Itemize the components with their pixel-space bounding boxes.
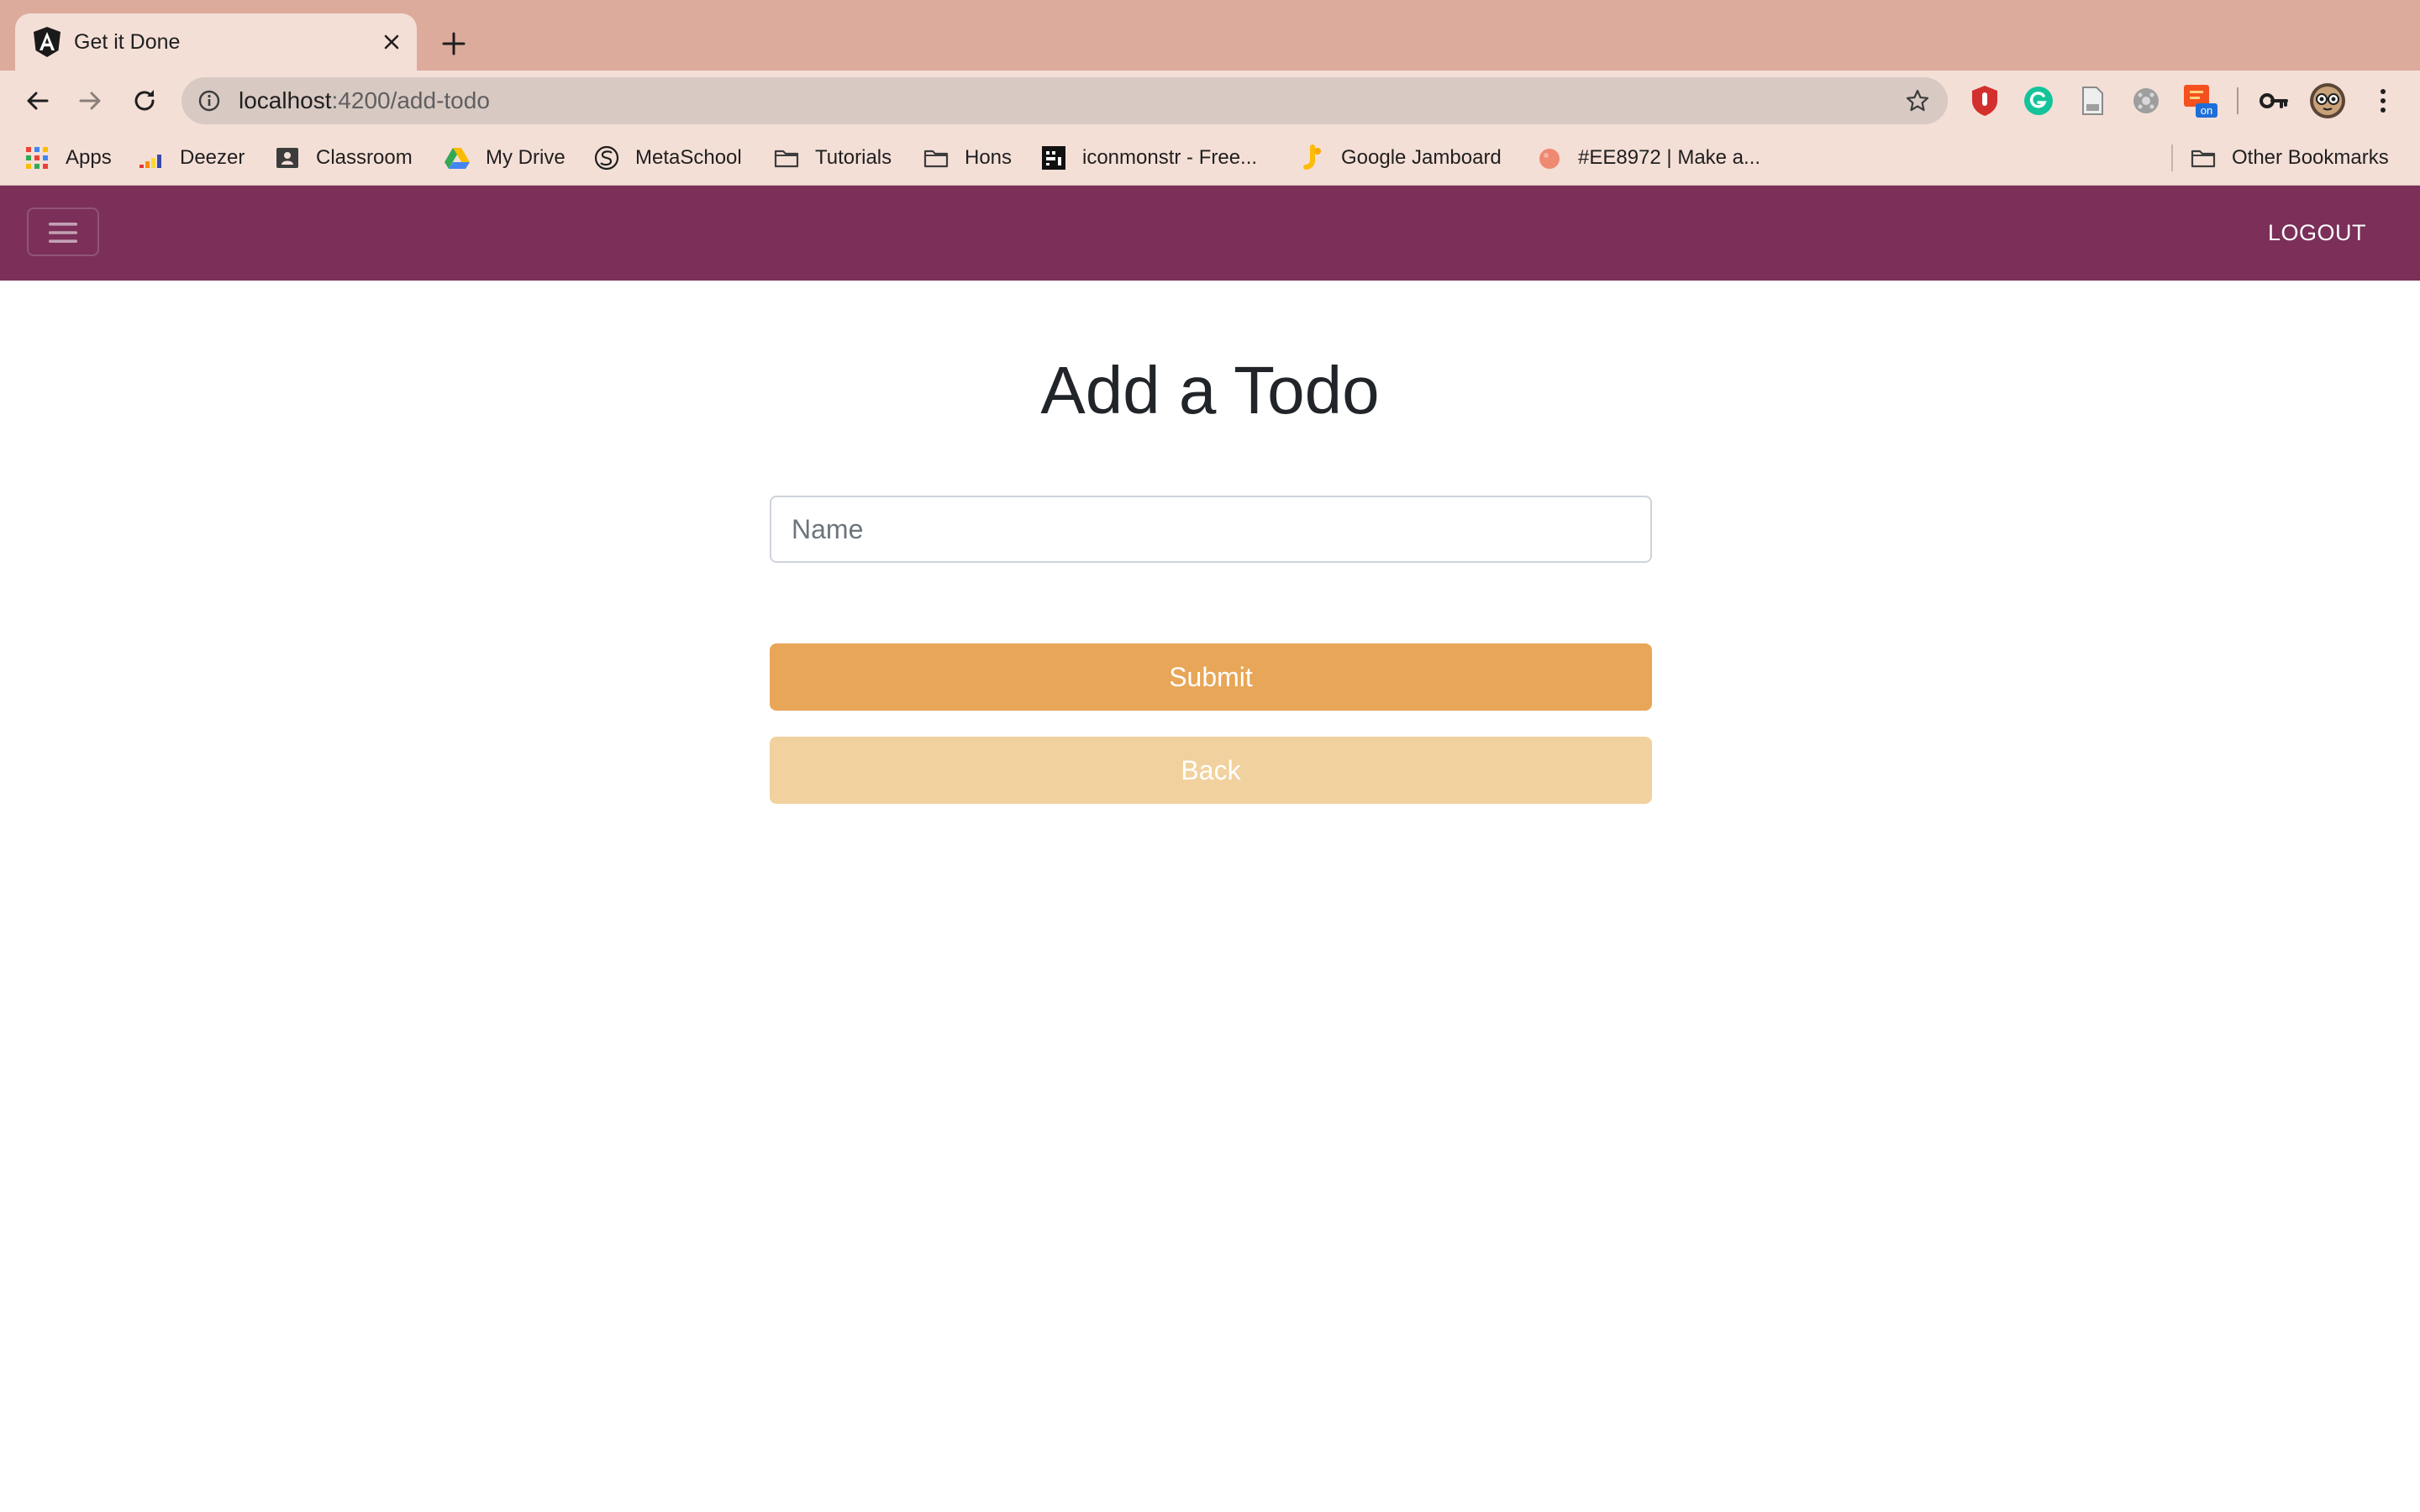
toolbar-divider [2237, 87, 2238, 114]
browser-toolbar: localhost:4200/add-todo on [0, 71, 2420, 131]
svg-text:on: on [2201, 104, 2212, 117]
page-title: Add a Todo [1040, 353, 1380, 428]
bookmark-deezer[interactable]: Deezer [138, 131, 245, 185]
url-host: localhost [239, 87, 332, 113]
name-input[interactable] [770, 496, 1652, 563]
bookmark-label: Hons [965, 146, 1013, 169]
bookmark-tutorials[interactable]: Tutorials [773, 131, 892, 185]
bookmark-apps[interactable]: Apps [24, 131, 112, 185]
tab-title: Get it Done [74, 30, 181, 54]
bookmark-label: Deezer [180, 146, 245, 169]
bookmark-classroom[interactable]: Classroom [274, 131, 413, 185]
forward-arrow-icon[interactable] [74, 84, 108, 118]
pdf-on-icon[interactable]: on [2181, 82, 2218, 119]
bookmark-label: Other Bookmarks [2232, 146, 2389, 169]
url-path: :4200/add-todo [331, 87, 490, 113]
bookmark-hons[interactable]: Hons [923, 131, 1012, 185]
bookmarks-bar: Apps Deezer Classroom My Drive MetaSchoo… [0, 131, 2420, 186]
folder-icon [2190, 144, 2217, 171]
puzzle-icon[interactable] [2128, 82, 2165, 119]
bookmark-label: Google Jamboard [1341, 146, 1502, 169]
key-icon[interactable] [2255, 82, 2292, 119]
bookmark-label: MetaSchool [635, 146, 742, 169]
site-info-icon[interactable] [197, 88, 222, 113]
apps-grid-icon [24, 144, 50, 171]
classroom-icon [274, 144, 301, 171]
address-url: localhost:4200/add-todo [239, 77, 490, 124]
bookmark-label: My Drive [486, 146, 566, 169]
bookmarks-divider [2171, 144, 2173, 171]
bookmark-star-icon[interactable] [1904, 87, 1931, 114]
app-navbar: LOGOUT [0, 186, 2420, 281]
more-menu-icon[interactable] [2366, 82, 2400, 119]
profile-avatar-icon[interactable] [2309, 82, 2346, 119]
angular-logo-icon [32, 26, 62, 58]
metaschool-icon [593, 144, 620, 171]
back-arrow-icon[interactable] [20, 84, 54, 118]
bookmark-google-jamboard[interactable]: Google Jamboard [1299, 131, 1502, 185]
folder-icon [923, 144, 950, 171]
close-tab-icon[interactable] [378, 29, 405, 55]
back-button[interactable]: Back [770, 737, 1652, 804]
jamboard-icon [1299, 144, 1326, 171]
bookmark-label: #EE8972 | Make a... [1578, 146, 1761, 169]
grammarly-icon[interactable] [2020, 82, 2057, 119]
bookmark-label: Apps [66, 146, 112, 169]
bookmark-label: Classroom [316, 146, 413, 169]
ublock-icon[interactable] [1966, 82, 2003, 119]
bookmark-label: iconmonstr - Free... [1082, 146, 1258, 169]
folder-icon [773, 144, 800, 171]
logout-link[interactable]: LOGOUT [2268, 186, 2366, 281]
bookmark-color-ee8972[interactable]: #EE8972 | Make a... [1536, 131, 1760, 185]
iconmonstr-icon [1040, 144, 1067, 171]
bookmark-metaschool[interactable]: MetaSchool [593, 131, 742, 185]
bookmark-label: Tutorials [815, 146, 892, 169]
bookmark-my-drive[interactable]: My Drive [444, 131, 566, 185]
deezer-icon [138, 144, 165, 171]
document-icon[interactable] [2074, 82, 2111, 119]
browser-tab-strip: Get it Done [0, 0, 2420, 71]
color-swatch-icon [1536, 144, 1563, 171]
submit-button[interactable]: Submit [770, 643, 1652, 711]
google-drive-icon [444, 144, 471, 171]
other-bookmarks[interactable]: Other Bookmarks [2190, 131, 2389, 185]
reload-icon[interactable] [128, 84, 161, 118]
new-tab-icon[interactable] [437, 27, 471, 60]
browser-tab[interactable]: Get it Done [15, 13, 417, 71]
bookmark-iconmonstr[interactable]: iconmonstr - Free... [1040, 131, 1257, 185]
address-bar[interactable]: localhost:4200/add-todo [182, 77, 1948, 124]
navbar-toggle-button[interactable] [27, 207, 99, 256]
